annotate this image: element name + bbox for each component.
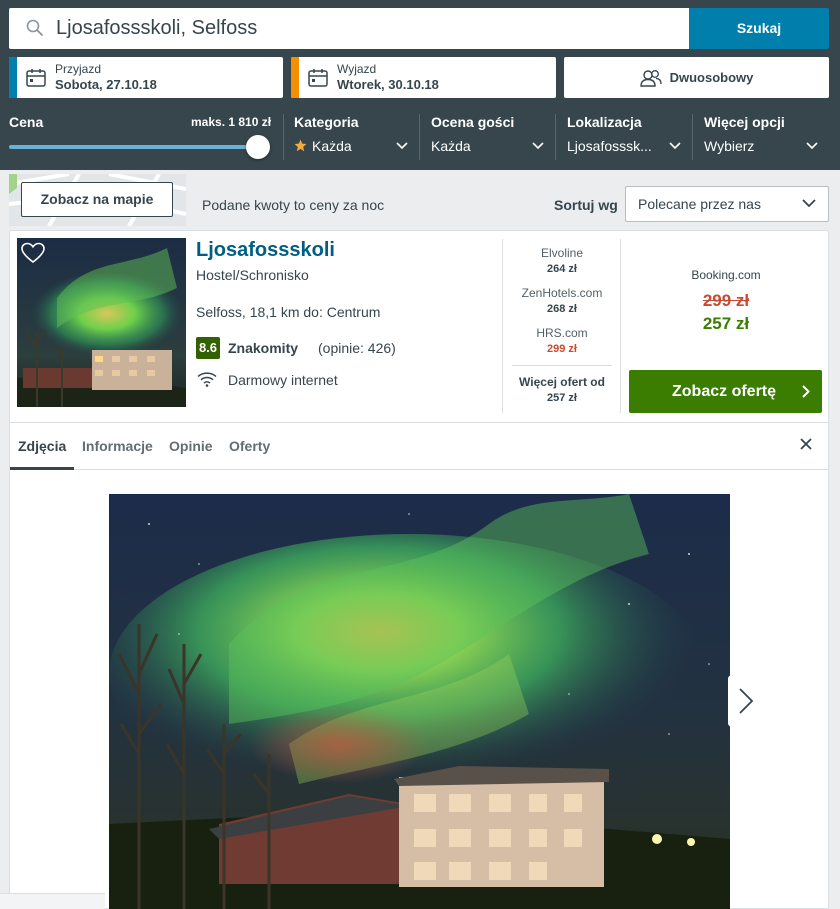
- more-offers-price: 257 zł: [547, 392, 577, 404]
- calendar-icon: [308, 69, 328, 87]
- rating-label[interactable]: Znakomity: [228, 340, 298, 356]
- rating-filter-dropdown[interactable]: Każda: [431, 134, 545, 160]
- filter-divider: [419, 114, 420, 160]
- price-max-label: maks. 1 810 zł: [191, 115, 272, 129]
- more-options-dropdown[interactable]: Wybierz: [704, 134, 818, 160]
- hotel-result-card: Ljosafossskoli Hostel/Schronisko Selfoss…: [9, 230, 829, 909]
- filter-divider: [283, 114, 284, 160]
- filter-divider: [692, 114, 693, 160]
- photo-gallery[interactable]: [109, 494, 730, 909]
- offer-site: ZenHotels.com: [521, 286, 603, 300]
- more-offers-link[interactable]: Więcej ofert od 257 zł: [504, 375, 620, 404]
- chevron-right-icon: [802, 385, 810, 398]
- hotel-photo-image: [109, 494, 730, 909]
- best-offer-site: Booking.com: [691, 268, 761, 282]
- sort-dropdown[interactable]: Polecane przez nas: [625, 186, 829, 222]
- hotel-type: Hostel/Schronisko: [196, 267, 309, 283]
- checkin-value: Sobota, 27.10.18: [55, 77, 157, 92]
- sort-label: Sortuj wg: [554, 197, 618, 213]
- map-preview[interactable]: Zobacz na mapie: [9, 174, 186, 226]
- rating-count[interactable]: (opinie: 426): [318, 340, 396, 356]
- best-offer-old-price: 299 zł: [702, 291, 750, 310]
- guests-icon: [639, 69, 662, 87]
- category-filter-dropdown[interactable]: Każda: [294, 134, 408, 160]
- rating-filter-value: Każda: [431, 138, 471, 154]
- chevron-down-icon: [396, 142, 408, 150]
- checkout-accent-bar: [291, 57, 299, 98]
- view-offer-label: Zobacz ofertę: [672, 383, 777, 400]
- more-offers-label: Więcej ofert od: [519, 375, 605, 389]
- bottom-bar-stub: [0, 893, 105, 909]
- price-slider-handle[interactable]: [246, 135, 270, 159]
- checkout-label: Wyjazd: [337, 62, 377, 76]
- next-photo-button[interactable]: [728, 675, 764, 727]
- best-offer-price: 257 zł: [702, 314, 750, 333]
- star-icon: [294, 139, 307, 152]
- offer-item[interactable]: Elvoline 264 zł: [504, 246, 620, 275]
- tab-offers[interactable]: Oferty: [229, 423, 270, 470]
- view-offer-button[interactable]: Zobacz ofertę: [629, 370, 822, 413]
- chevron-down-icon: [669, 142, 681, 150]
- search-button[interactable]: Szukaj: [689, 8, 829, 49]
- room-type-label: Dwuosobowy: [669, 70, 754, 85]
- checkout-value: Wtorek, 30.10.18: [337, 77, 439, 92]
- show-on-map-button[interactable]: Zobacz na mapie: [21, 182, 173, 217]
- checkin-label: Przyjazd: [55, 62, 102, 76]
- offer-site: Elvoline: [540, 246, 584, 260]
- amenity-free-internet: Darmowy internet: [228, 372, 338, 388]
- chevron-right-icon: [739, 688, 754, 714]
- chevron-down-icon: [532, 142, 544, 150]
- search-header: Szukaj Przyjazd Sobota, 27.10.18 Wyjazd …: [0, 0, 840, 170]
- location-filter-value: Ljosafosssk...: [567, 138, 652, 154]
- search-icon: [26, 19, 43, 36]
- column-divider: [502, 239, 503, 413]
- tab-reviews[interactable]: Opinie: [169, 423, 213, 470]
- wifi-icon: [197, 372, 217, 387]
- more-options-title: Więcej opcji: [704, 114, 785, 130]
- heart-icon[interactable]: [21, 242, 45, 264]
- column-divider: [620, 239, 621, 413]
- tab-info[interactable]: Informacje: [82, 423, 153, 470]
- tab-photos[interactable]: Zdjęcia: [10, 423, 75, 470]
- location-filter-title: Lokalizacja: [567, 114, 642, 130]
- offer-price: 268 zł: [547, 303, 577, 315]
- category-filter-value: Każda: [312, 138, 352, 154]
- offer-item[interactable]: ZenHotels.com 268 zł: [504, 286, 620, 315]
- offers-divider: [512, 365, 612, 366]
- checkin-accent-bar: [9, 57, 17, 98]
- offer-site: HRS.com: [536, 326, 588, 340]
- price-filter-title: Cena: [9, 114, 44, 130]
- filter-bar: Cena maks. 1 810 zł Kategoria Każda Ocen…: [0, 104, 840, 170]
- calendar-icon: [26, 69, 46, 87]
- price-per-night-note: Podane kwoty to ceny za noc: [202, 197, 385, 213]
- rating-filter-title: Ocena gości: [431, 114, 515, 130]
- category-filter-title: Kategoria: [294, 114, 359, 130]
- more-options-value: Wybierz: [704, 138, 755, 154]
- close-icon[interactable]: [800, 438, 812, 450]
- checkout-field[interactable]: Wyjazd Wtorek, 30.10.18: [291, 57, 556, 98]
- search-input[interactable]: [56, 8, 676, 49]
- sort-dropdown-value: Polecane przez nas: [638, 196, 761, 212]
- room-type-selector[interactable]: Dwuosobowy: [564, 57, 829, 98]
- hotel-location[interactable]: Selfoss, 18,1 km do: Centrum: [196, 304, 380, 320]
- details-tabs: Zdjęcia Informacje Opinie Oferty: [10, 422, 828, 470]
- checkin-field[interactable]: Przyjazd Sobota, 27.10.18: [9, 57, 283, 98]
- price-slider-track[interactable]: [9, 145, 259, 149]
- filter-divider: [555, 114, 556, 160]
- chevron-down-icon: [802, 199, 816, 208]
- chevron-down-icon: [806, 142, 818, 150]
- hotel-name-link[interactable]: Ljosafossskoli: [196, 239, 335, 262]
- offer-item[interactable]: HRS.com 299 zł: [504, 326, 620, 355]
- rating-score-badge: 8.6: [196, 337, 220, 359]
- location-filter-dropdown[interactable]: Ljosafosssk...: [567, 134, 681, 160]
- offer-price: 299 zł: [547, 343, 577, 355]
- search-field[interactable]: [9, 8, 689, 49]
- offer-price: 264 zł: [547, 263, 577, 275]
- hotel-thumbnail[interactable]: [17, 238, 186, 407]
